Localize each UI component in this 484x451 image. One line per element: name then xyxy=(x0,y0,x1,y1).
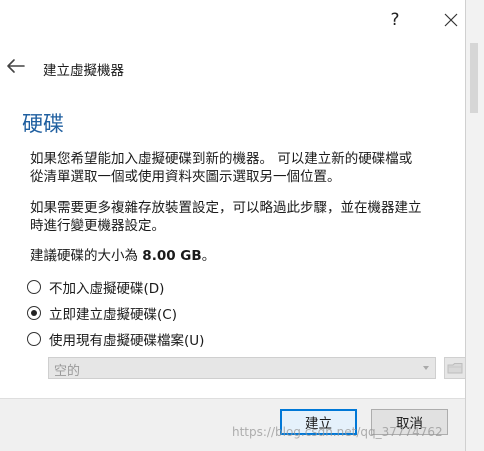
folder-icon xyxy=(447,363,463,374)
recommend-suffix: 。 xyxy=(201,248,216,264)
intro-paragraph: 如果您希望能加入虛擬硬碟到新的機器。 可以建立新的硬碟檔或 從清單選取一個或使用… xyxy=(30,150,470,186)
existing-disk-value: 空的 xyxy=(54,364,81,379)
option-create-disk[interactable]: 立即建立虛擬硬碟(C) xyxy=(27,303,177,323)
radio-existing-disk[interactable] xyxy=(27,332,41,346)
choose-disk-file-button[interactable] xyxy=(444,357,466,379)
chevron-down-icon xyxy=(423,366,429,370)
arrow-left-icon xyxy=(7,59,25,73)
close-icon xyxy=(444,13,458,27)
watermark: https://blog.csdn.net/qq_37774762 xyxy=(232,425,443,439)
recommended-size-value: 8.00 GB xyxy=(142,248,202,264)
scroll-thumb[interactable] xyxy=(470,43,478,113)
intro-line-2: 從清單選取一個或使用資料夾圖示選取另一個位置。 xyxy=(30,169,341,185)
advanced-line-1: 如果需要更多複雜存放裝置設定，可以略過此步驟，並在機器建立 xyxy=(30,200,422,216)
recommended-size-text: 建議硬碟的大小為 8.00 GB。 xyxy=(30,247,470,265)
radio-no-disk[interactable] xyxy=(27,280,41,294)
help-button[interactable]: ? xyxy=(380,6,410,34)
advanced-line-2: 時進行變更機器設定。 xyxy=(30,218,165,234)
existing-disk-select[interactable]: 空的 xyxy=(48,357,436,379)
intro-line-1: 如果您希望能加入虛擬硬碟到新的機器。 可以建立新的硬碟檔或 xyxy=(30,151,413,167)
option-create-disk-label: 立即建立虛擬硬碟(C) xyxy=(49,307,177,323)
advanced-paragraph: 如果需要更多複雜存放裝置設定，可以略過此步驟，並在機器建立 時進行變更機器設定。 xyxy=(30,199,470,235)
option-existing-disk[interactable]: 使用現有虛擬硬碟檔案(U) xyxy=(27,329,204,349)
option-no-disk[interactable]: 不加入虛擬硬碟(D) xyxy=(27,277,164,297)
recommend-prefix: 建議硬碟的大小為 xyxy=(30,248,143,264)
page-heading: 硬碟 xyxy=(22,112,64,136)
radio-create-disk[interactable] xyxy=(27,306,41,320)
back-button[interactable] xyxy=(5,56,27,76)
dialog-title: 建立虛擬機器 xyxy=(43,63,124,79)
option-existing-disk-label: 使用現有虛擬硬碟檔案(U) xyxy=(49,333,205,349)
close-button[interactable] xyxy=(436,6,466,34)
option-no-disk-label: 不加入虛擬硬碟(D) xyxy=(49,281,165,297)
